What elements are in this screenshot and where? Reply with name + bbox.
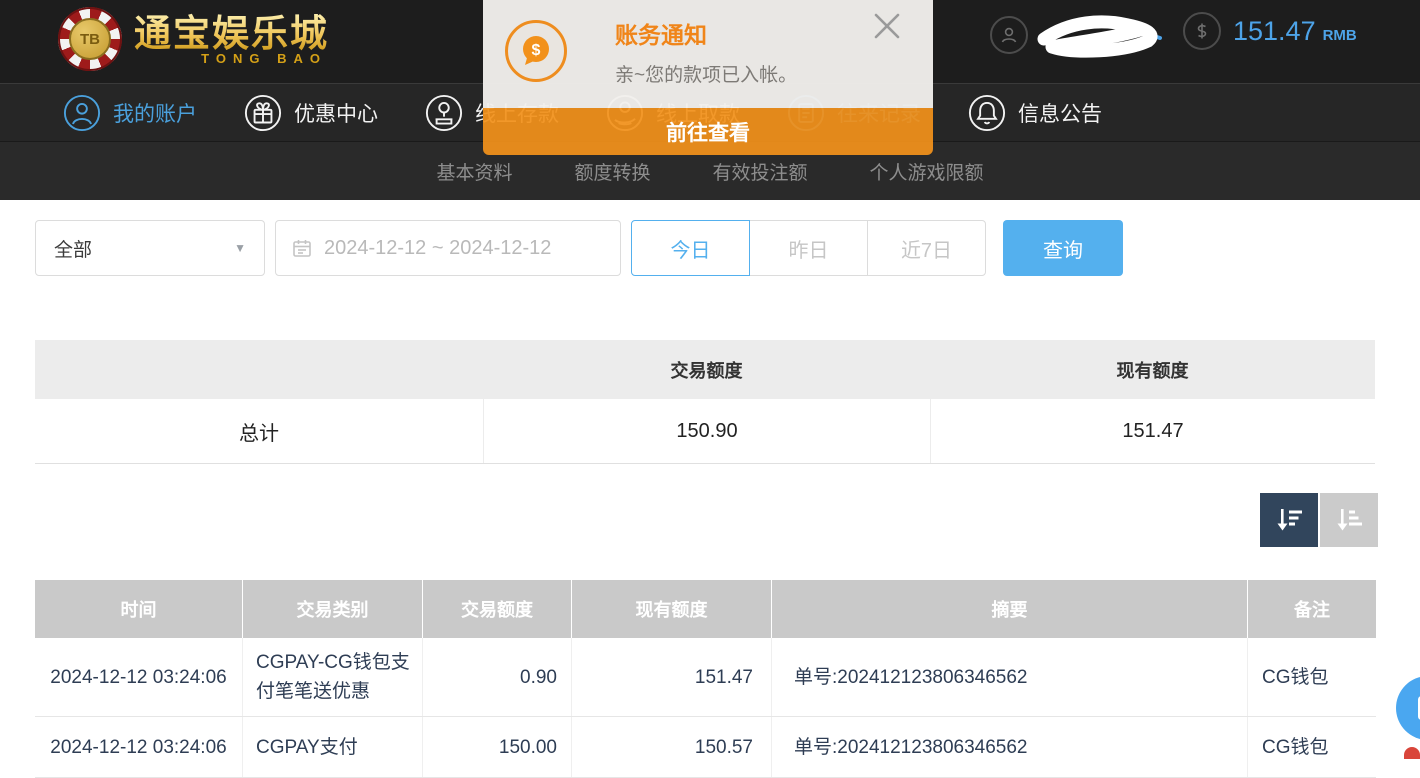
summary-current-total: 151.47 <box>930 399 1375 463</box>
subnav-credit-transfer[interactable]: 额度转换 <box>574 158 650 185</box>
cell-type: CGPAY-CG钱包支付笔笔送优惠 <box>243 638 423 716</box>
table-row: 2024-12-12 03:24:06 CGPAY支付 150.00 150.5… <box>35 717 1376 778</box>
table-row: 2024-12-12 03:24:06 CGPAY-CG钱包支付笔笔送优惠 0.… <box>35 638 1376 717</box>
type-select-value: 全部 <box>54 235 92 262</box>
cell-amount: 150.00 <box>423 717 572 777</box>
go-view-button[interactable]: 前往查看 <box>483 108 933 155</box>
logo-subtitle: TONG BAO <box>134 51 329 66</box>
sort-ascending-button[interactable] <box>1320 493 1378 547</box>
site-logo[interactable]: TB 通宝娱乐城 TONG BAO <box>58 7 329 71</box>
cell-type: CGPAY支付 <box>243 717 423 777</box>
col-header-balance: 现有额度 <box>572 580 772 638</box>
close-icon[interactable] <box>869 8 905 49</box>
transactions-table: 时间 交易类别 交易额度 现有额度 摘要 备注 2024-12-12 03:24… <box>35 580 1376 778</box>
cell-balance: 151.47 <box>572 638 772 716</box>
cell-summary: 单号:202412123806346562 <box>772 638 1248 716</box>
summary-header-current: 现有额度 <box>930 340 1375 399</box>
col-header-note: 备注 <box>1248 580 1376 638</box>
cell-time: 2024-12-12 03:24:06 <box>35 717 243 777</box>
nav-item-my-account[interactable]: 我的账户 <box>63 94 197 132</box>
service-doc-icon <box>1413 693 1420 723</box>
balance-amount: 151.47 <box>1233 16 1316 47</box>
cell-summary: 单号:202412123806346562 <box>772 717 1248 777</box>
col-header-amount: 交易额度 <box>423 580 572 638</box>
cell-note: CG钱包 <box>1248 717 1376 777</box>
subnav-valid-bets[interactable]: 有效投注额 <box>713 158 808 185</box>
cell-amount: 0.90 <box>423 638 572 716</box>
user-avatar-icon <box>990 16 1028 54</box>
username-redacted <box>1036 12 1168 58</box>
notification-title: 账务通知 <box>615 16 707 50</box>
sort-ascending-icon <box>1333 504 1365 536</box>
type-select[interactable]: 全部 ▼ <box>35 220 265 276</box>
notification-message: 亲~您的款项已入帐。 <box>615 60 797 87</box>
summary-total-row: 总计 150.90 151.47 <box>35 399 1375 464</box>
today-button[interactable]: 今日 <box>631 220 750 276</box>
logo-title: 通宝娱乐城 <box>134 13 329 55</box>
user-icon <box>63 94 101 132</box>
last7days-button[interactable]: 近7日 <box>867 220 986 276</box>
transactions-header-row: 时间 交易类别 交易额度 现有额度 摘要 备注 <box>35 580 1376 638</box>
nav-item-announcements[interactable]: 信息公告 <box>968 94 1102 132</box>
nav-item-promotions[interactable]: 优惠中心 <box>244 94 378 132</box>
floating-badge <box>1404 747 1420 759</box>
money-message-icon: $ <box>505 20 567 82</box>
sort-descending-button[interactable] <box>1260 493 1318 547</box>
chip-badge: TB <box>69 18 111 60</box>
summary-header-empty <box>35 340 483 399</box>
poker-chip-icon: TB <box>58 7 122 71</box>
col-header-time: 时间 <box>35 580 243 638</box>
search-button[interactable]: 查询 <box>1003 220 1123 276</box>
dollar-icon <box>1183 12 1221 50</box>
chevron-down-icon: ▼ <box>234 241 246 255</box>
deposit-icon <box>425 94 463 132</box>
balance-display[interactable]: 151.47 RMB <box>1183 12 1357 50</box>
cell-time: 2024-12-12 03:24:06 <box>35 638 243 716</box>
sort-descending-icon <box>1273 504 1305 536</box>
yesterday-button[interactable]: 昨日 <box>749 220 868 276</box>
date-range-value: 2024-12-12 ~ 2024-12-12 <box>324 237 551 260</box>
summary-header-row: 交易额度 现有额度 <box>35 340 1375 399</box>
summary-header-transaction: 交易额度 <box>483 340 930 399</box>
calendar-icon <box>291 237 313 259</box>
date-range-input[interactable]: 2024-12-12 ~ 2024-12-12 <box>275 220 621 276</box>
subnav-game-limits[interactable]: 个人游戏限额 <box>870 158 984 185</box>
gift-icon <box>244 94 282 132</box>
svg-text:$: $ <box>532 42 541 59</box>
summary-total-label: 总计 <box>35 399 483 463</box>
subnav-basic-info[interactable]: 基本资料 <box>436 158 512 185</box>
summary-transaction-total: 150.90 <box>483 399 930 463</box>
notification-body: $ 账务通知 亲~您的款项已入帐。 <box>483 0 933 108</box>
cell-note: CG钱包 <box>1248 638 1376 716</box>
balance-currency: RMB <box>1323 19 1357 44</box>
logo-text: 通宝娱乐城 TONG BAO <box>134 13 329 66</box>
user-account[interactable] <box>990 12 1168 58</box>
col-header-summary: 摘要 <box>772 580 1248 638</box>
col-header-type: 交易类别 <box>243 580 423 638</box>
bell-icon <box>968 94 1006 132</box>
quick-date-buttons: 今日 昨日 近7日 <box>631 220 986 276</box>
summary-table: 交易额度 现有额度 总计 150.90 151.47 <box>35 340 1375 464</box>
account-notification-popup: $ 账务通知 亲~您的款项已入帐。 前往查看 <box>483 0 933 155</box>
cell-balance: 150.57 <box>572 717 772 777</box>
